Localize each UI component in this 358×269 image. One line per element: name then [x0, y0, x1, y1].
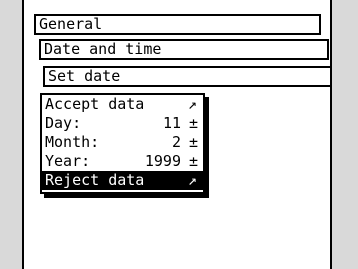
reject-data-item[interactable]: Reject data ↗: [42, 171, 203, 190]
enter-arrow-icon: ↗: [187, 95, 197, 113]
month-item[interactable]: Month: 2 ±: [42, 133, 203, 152]
day-value: 11: [162, 114, 181, 132]
menu-date-and-time[interactable]: Date and time: [39, 39, 329, 60]
month-value: 2: [171, 133, 181, 151]
plus-minus-icon: ±: [188, 152, 198, 170]
menu-general[interactable]: General: [34, 14, 321, 35]
enter-arrow-icon: ↗: [187, 171, 197, 189]
month-label: Month:: [45, 133, 100, 151]
menu-set-date[interactable]: Set date: [43, 66, 332, 87]
day-item[interactable]: Day: 11 ±: [42, 114, 203, 133]
year-value: 1999: [144, 152, 181, 170]
menu-general-label: General: [39, 15, 103, 33]
accept-data-label: Accept data: [45, 95, 145, 113]
accept-data-item[interactable]: Accept data ↗: [42, 95, 203, 114]
menu-date-and-time-label: Date and time: [44, 40, 162, 58]
day-label: Day:: [45, 114, 82, 132]
menu-set-date-label: Set date: [48, 67, 121, 85]
year-label: Year:: [45, 152, 91, 170]
plus-minus-icon: ±: [188, 114, 198, 132]
set-date-submenu: Accept data ↗ Day: 11 ± Month: 2 ± Year:…: [40, 93, 205, 194]
year-item[interactable]: Year: 1999 ±: [42, 152, 203, 171]
plus-minus-icon: ±: [188, 133, 198, 151]
reject-data-label: Reject data: [45, 171, 145, 189]
